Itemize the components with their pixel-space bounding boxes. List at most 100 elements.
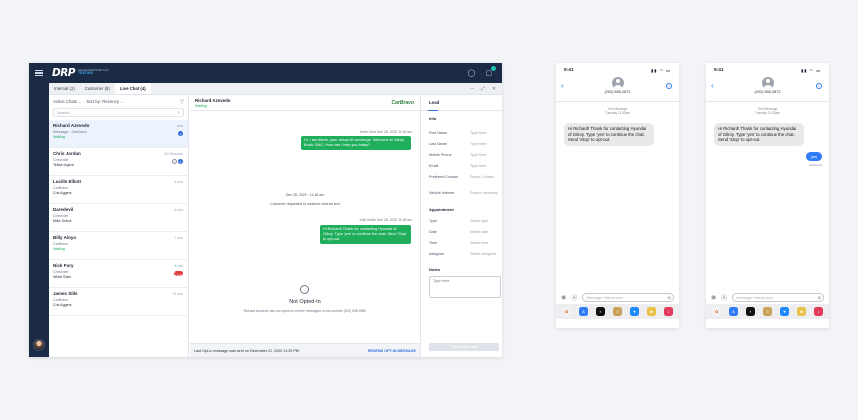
email-field[interactable]: Email Type here <box>429 164 499 168</box>
message-input[interactable]: iMessage Hatsdo.com ◍ <box>582 293 674 302</box>
animoji-icon[interactable]: ☻ <box>647 307 656 316</box>
vehicle-interest-select[interactable]: Vehicle InterestSearch Inventory⌄ <box>429 191 499 195</box>
animoji-icon[interactable]: ☻ <box>797 307 806 316</box>
received-message: Hi Richard! Thank for contacting Hyundai… <box>564 123 654 146</box>
back-icon[interactable]: ‹ <box>561 81 564 90</box>
chat-bubble-icon: … <box>300 285 309 294</box>
preferred-contact-select[interactable]: Preferred ContactSelect Contact⌄ <box>429 175 494 179</box>
clock: 9:41 <box>564 67 574 73</box>
microphone-icon[interactable]: ◍ <box>818 295 822 300</box>
user-avatar[interactable] <box>33 339 45 351</box>
chat-name: Lucille Elliott <box>53 179 82 184</box>
chat-name: Daredevil <box>53 207 74 212</box>
appointment-section-title: Appointment <box>429 207 454 212</box>
sent-message: yes <box>805 152 822 161</box>
chat-list-item[interactable]: Lucille Elliott CarBravo Cris Aggers 4 m… <box>49 176 188 204</box>
app-store-icon[interactable]: A <box>729 307 738 316</box>
conversation-header: Richard Azevedo Waiting CarBravo <box>190 95 420 111</box>
tab-lead[interactable]: Lead <box>421 95 502 111</box>
signal-battery-icon: ▮▮ ◠ ▭ <box>651 67 671 73</box>
optin-title: Not Opted-In <box>289 299 321 305</box>
status-bar: 9:41 ▮▮ ◠ ▭ <box>706 63 829 77</box>
message-input-bar: ◉ Ⓐ iMessage Hatsdo.com ◍ <box>706 291 829 304</box>
tab-customer[interactable]: Customer (8) <box>80 83 115 94</box>
camera-icon[interactable]: ◉ <box>711 294 716 301</box>
filter-icon[interactable]: ▽ <box>180 99 184 105</box>
chat-icon[interactable]: ◯ <box>468 69 476 77</box>
chat-subtitle: iMessage - CarBravo <box>53 129 87 134</box>
notifications-icon[interactable]: ▢ <box>485 66 496 77</box>
contact-name: Richard Azevedo <box>195 98 231 103</box>
unread-badge: 4 unread <box>174 270 183 277</box>
notes-section-title: Notes <box>429 267 441 272</box>
message-input[interactable]: iMessage Hatsdo.com ◍ <box>732 293 824 302</box>
submit-lead-button[interactable]: Submit New Lead <box>429 343 499 351</box>
chat-name: Billy Aloya <box>53 235 76 240</box>
chat-time: 7 min <box>174 236 183 240</box>
status-filter[interactable]: Active Chats ⌄ <box>53 99 81 104</box>
chat-list-item[interactable]: Daredevil Chevrolet Mike Grima 6 min <box>49 204 188 232</box>
message-meta: Jolly Sutter Dec 28, 2020 11:48 am <box>359 218 412 222</box>
received-message: Hi Richard! Thank for contacting Hyundai… <box>714 123 804 146</box>
first-name-field[interactable]: First Name Type here <box>429 131 499 135</box>
assignee-select[interactable]: AssigneeSelect assignee⌄ <box>429 252 499 256</box>
message-timestamp: Tuesday 11:53am <box>604 111 631 116</box>
agent-message: Hi Richard! Thank for contacting Hyundai… <box>320 225 411 244</box>
resend-optin-button[interactable]: RESEND OPT-IN MESSAGE <box>368 349 416 353</box>
chat-list-item[interactable]: Richard Azevedo iMessage - CarBravo Wait… <box>49 120 188 148</box>
chevron-down-icon: ⌄ <box>78 100 82 104</box>
chat-list-item[interactable]: Billy Aloya CarBravo Waiting 7 min <box>49 232 188 260</box>
system-timestamp: Dec 28, 2020 · 11:48 am <box>285 193 325 197</box>
microphone-icon[interactable]: ◍ <box>668 295 672 300</box>
close-icon[interactable]: ✕ <box>492 86 496 92</box>
appointment-type-select[interactable]: TypeSelect type⌄ <box>429 219 499 223</box>
expand-icon[interactable]: ⤢ <box>481 86 485 92</box>
chat-list-item[interactable]: Nick Fury Chevrolet White Starr 8 min 4 … <box>49 260 188 288</box>
apple-pay-icon[interactable]: ▪ <box>596 307 605 316</box>
photos-app-icon[interactable]: ✿ <box>562 307 571 316</box>
contact-number: (202) 555-2872 <box>754 90 781 94</box>
optin-text: Richard Azevedo has not opted to receive… <box>243 309 367 313</box>
memoji-icon[interactable]: ☺ <box>613 307 622 316</box>
music-icon[interactable]: ♪ <box>814 307 823 316</box>
minimize-icon[interactable]: – <box>471 86 474 92</box>
search-icon: ⌕ <box>177 110 180 115</box>
sort-filter[interactable]: Sort by: Recency ⌄ <box>86 99 123 104</box>
music-icon[interactable]: ♪ <box>664 307 673 316</box>
brand-logo: CarBravo <box>391 100 414 106</box>
appointment-date-field[interactable]: DateSelect date▦ <box>429 230 499 234</box>
photos-app-icon[interactable]: ✿ <box>712 307 721 316</box>
chevron-down-icon: ⌄ <box>120 100 124 104</box>
agent-message: Hi, I am Alexis, your virtual AI concier… <box>301 136 411 150</box>
info-icon[interactable]: i <box>666 83 672 89</box>
logo-product: TEXTING <box>78 71 94 76</box>
notes-textarea[interactable]: Type here <box>429 276 501 298</box>
menu-icon[interactable] <box>35 69 43 77</box>
chat-time: now <box>176 124 183 128</box>
digital-touch-icon[interactable]: ♥ <box>630 307 639 316</box>
message-timestamp: Tuesday 11:53am <box>754 111 781 116</box>
chat-list-item[interactable]: Chris Jordan Chevrolet Tekion Agent 40 S… <box>49 148 188 176</box>
contact-status: Waiting <box>195 104 207 108</box>
back-icon[interactable]: ‹ <box>711 81 714 90</box>
chat-status: Waiting <box>53 247 65 251</box>
mobile-phone-field[interactable]: Mobile Phone Type here <box>429 153 499 157</box>
search-input[interactable]: Search ⌕ <box>53 108 184 117</box>
app-store-icon[interactable]: Ⓐ <box>721 293 727 302</box>
chat-name: Nick Fury <box>53 263 74 268</box>
chat-list-item[interactable]: James Sills CarBravo Cris Aggers 12 min <box>49 288 188 316</box>
memoji-icon[interactable]: ☺ <box>763 307 772 316</box>
camera-icon[interactable]: ◉ <box>561 294 566 301</box>
last-name-field[interactable]: Last Name Type here <box>429 142 499 146</box>
apple-pay-icon[interactable]: ▪ <box>746 307 755 316</box>
contact-number: (202) 555-2872 <box>604 90 631 94</box>
app-store-icon[interactable]: Ⓐ <box>571 293 577 302</box>
tab-live-chat[interactable]: Live Chat (4) <box>114 83 151 94</box>
message-meta: Kevin Smit Dec 28, 2020 11:40 am <box>359 130 412 134</box>
status-bar: 9:41 ▮▮ ◠ ▭ <box>556 63 679 77</box>
app-store-icon[interactable]: A <box>579 307 588 316</box>
info-icon[interactable]: i <box>816 83 822 89</box>
tab-internal[interactable]: Internal (2) <box>49 83 80 94</box>
appointment-time-select[interactable]: TimeSelect time⌄ <box>429 241 499 245</box>
digital-touch-icon[interactable]: ♥ <box>780 307 789 316</box>
